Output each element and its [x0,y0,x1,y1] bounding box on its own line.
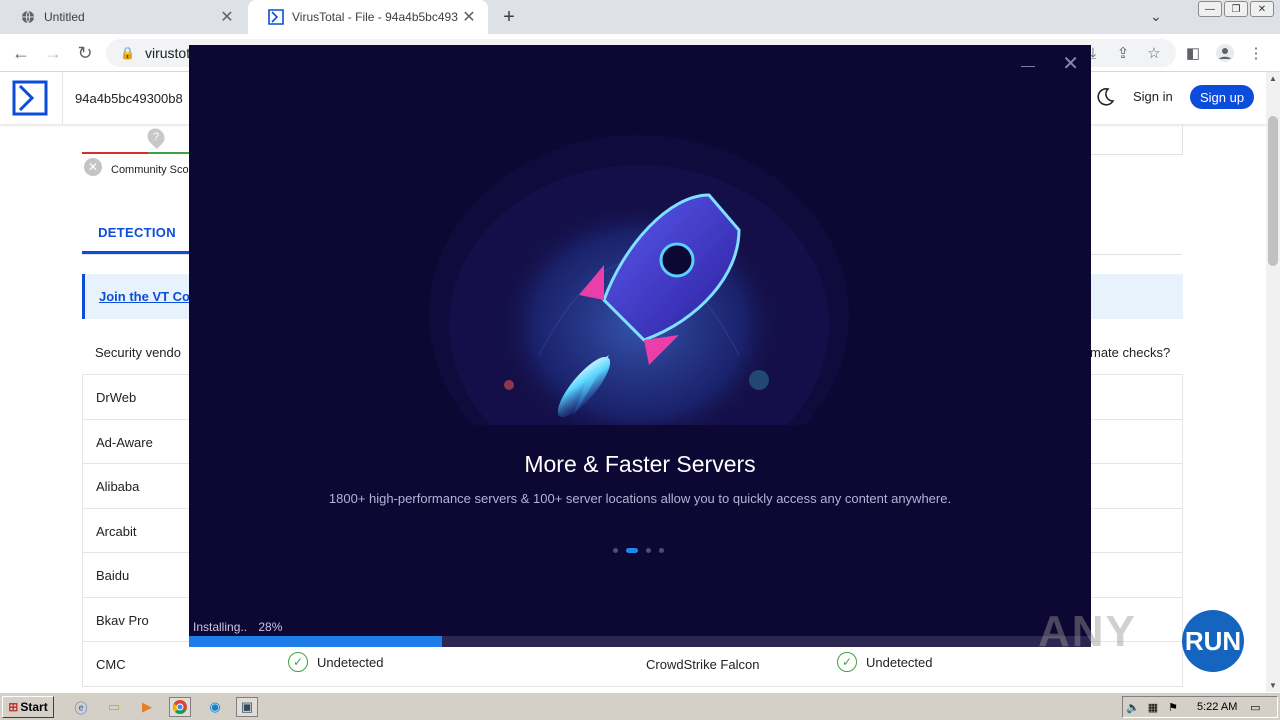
community-score-label: Community Sco [111,164,189,176]
installer-window: — ✕ More & Faster Servers 1800+ high-per… [189,45,1091,647]
tab-title: VirusTotal - File - 94a4b5bc49300b8 [292,10,458,24]
minimize-button[interactable]: — [1198,1,1222,17]
windows-logo-icon: ⊞ [8,700,19,714]
score-bar [82,152,192,154]
watermark-text: ANY [1038,607,1137,656]
moon-icon[interactable] [1094,86,1116,108]
info-box [1090,124,1183,155]
folder-icon[interactable]: ▭ [103,697,125,717]
watermark-badge: RUN [1182,610,1244,672]
edge-icon[interactable]: ◉ [204,697,226,717]
vendor-status: ✓ Undetected [288,652,384,672]
restore-button[interactable]: ❐ [1224,1,1248,17]
chrome-icon[interactable] [169,697,191,717]
back-arrow-icon[interactable]: ← [10,42,32,64]
slide-indicator [613,548,664,553]
taskbar: ⊞ Start ⓔ ▭ ▶ ◉ ▣ 🔈 ▦ ⚑ 5:22 AM ▭ [0,692,1280,720]
star-icon[interactable]: ☆ [1143,42,1165,64]
virustotal-logo[interactable] [12,80,48,116]
slide-dot[interactable] [659,548,664,553]
page-scrollbar[interactable]: ▲ ▼ [1266,72,1280,692]
start-label: Start [20,700,48,714]
ie-icon[interactable]: ⓔ [70,697,92,717]
lock-icon: 🔒 [120,46,135,60]
scroll-up-arrow-icon[interactable]: ▲ [1269,74,1277,83]
chevron-down-icon[interactable]: ⌄ [1150,8,1162,25]
vendor-status: ✓ Undetected [837,652,933,672]
close-icon[interactable]: ✕ [1062,51,1079,76]
slide-dot[interactable] [613,548,618,553]
address-text: virustot [144,45,191,61]
speaker-icon[interactable]: 🔈 [1123,698,1143,716]
close-icon[interactable]: ✕ [216,6,238,28]
window-controls: — ❐ ✕ [1198,1,1274,17]
check-circle-icon: ✓ [837,652,857,672]
tab-detection[interactable]: DETECTION [82,214,192,254]
progress-fill [189,636,442,647]
close-window-button[interactable]: ✕ [1250,1,1274,17]
automate-checks-link[interactable]: mate checks? [1090,345,1170,360]
install-status: Installing.. 28% [193,620,282,634]
vendors-heading: Security vendo [95,345,181,360]
tab-title: Untitled [44,10,85,24]
sign-in-link[interactable]: Sign in [1133,89,1173,104]
monitor-icon[interactable]: ▭ [1245,698,1265,716]
sign-up-button[interactable]: Sign up [1190,85,1254,109]
flag-icon[interactable]: ⚑ [1163,698,1183,716]
browser-tab-bar: Untitled ✕ VirusTotal - File - 94a4b5bc4… [0,0,1280,34]
vendor-name: Baidu [96,568,130,583]
forward-arrow-icon[interactable]: → [42,42,64,64]
vendor-name: DrWeb [96,390,137,405]
status-label: Installing.. [193,620,248,634]
vendor-name: Bkav Pro [96,612,149,628]
vendor-name: Alibaba [96,479,140,494]
vendor-name: CMC [96,657,126,672]
globe-icon [20,9,36,25]
installer-title: More & Faster Servers [524,451,756,477]
tab-untitled[interactable]: Untitled ✕ [0,0,246,34]
status-text: Undetected [317,654,384,670]
rocket-illustration [429,135,849,425]
sidepanel-icon[interactable]: ◧ [1182,42,1204,64]
virustotal-icon [268,9,284,25]
progress-bar [189,636,1091,647]
slide-dot[interactable] [646,548,651,553]
vendor-name: CrowdStrike Falcon [646,657,760,672]
network-icon[interactable]: ▦ [1143,698,1163,716]
join-community-link[interactable]: Join the VT Co [99,289,190,304]
installer-subtitle: 1800+ high-performance servers & 100+ se… [328,491,952,506]
media-player-icon[interactable]: ▶ [136,697,158,717]
scroll-down-arrow-icon[interactable]: ▼ [1269,681,1277,690]
share-icon[interactable]: ⇪ [1112,42,1134,64]
close-circle-icon[interactable]: ✕ [84,158,102,176]
close-icon[interactable]: ✕ [458,6,480,28]
status-text: Undetected [866,654,933,670]
vendor-name: Ad-Aware [96,434,153,450]
menu-icon[interactable]: ⋮ [1245,42,1267,64]
slide-dot[interactable] [626,548,638,553]
profile-icon[interactable] [1214,42,1236,64]
tab-virustotal[interactable]: VirusTotal - File - 94a4b5bc49300b8 ✕ [248,0,488,34]
vendor-name: Arcabit [96,523,137,539]
progress-percent: 28% [258,620,283,634]
minimize-icon[interactable]: — [1021,57,1035,73]
system-tray: 🔈 ▦ ⚑ 5:22 AM ▭ [1122,696,1278,718]
check-circle-icon: ✓ [288,652,308,672]
clock: 5:22 AM [1197,701,1238,713]
location-question-icon: ? [143,124,169,150]
installer-taskbar-icon[interactable]: ▣ [236,697,258,717]
anyrun-watermark: ANY RUN [1038,607,1244,672]
reload-icon[interactable]: ↻ [74,42,96,64]
new-tab-button[interactable]: + [498,6,520,28]
table-row: CMC ✓ Undetected CrowdStrike Falcon ✓ Un… [83,642,1182,687]
scroll-thumb[interactable] [1268,116,1278,266]
start-button[interactable]: ⊞ Start [2,696,54,718]
